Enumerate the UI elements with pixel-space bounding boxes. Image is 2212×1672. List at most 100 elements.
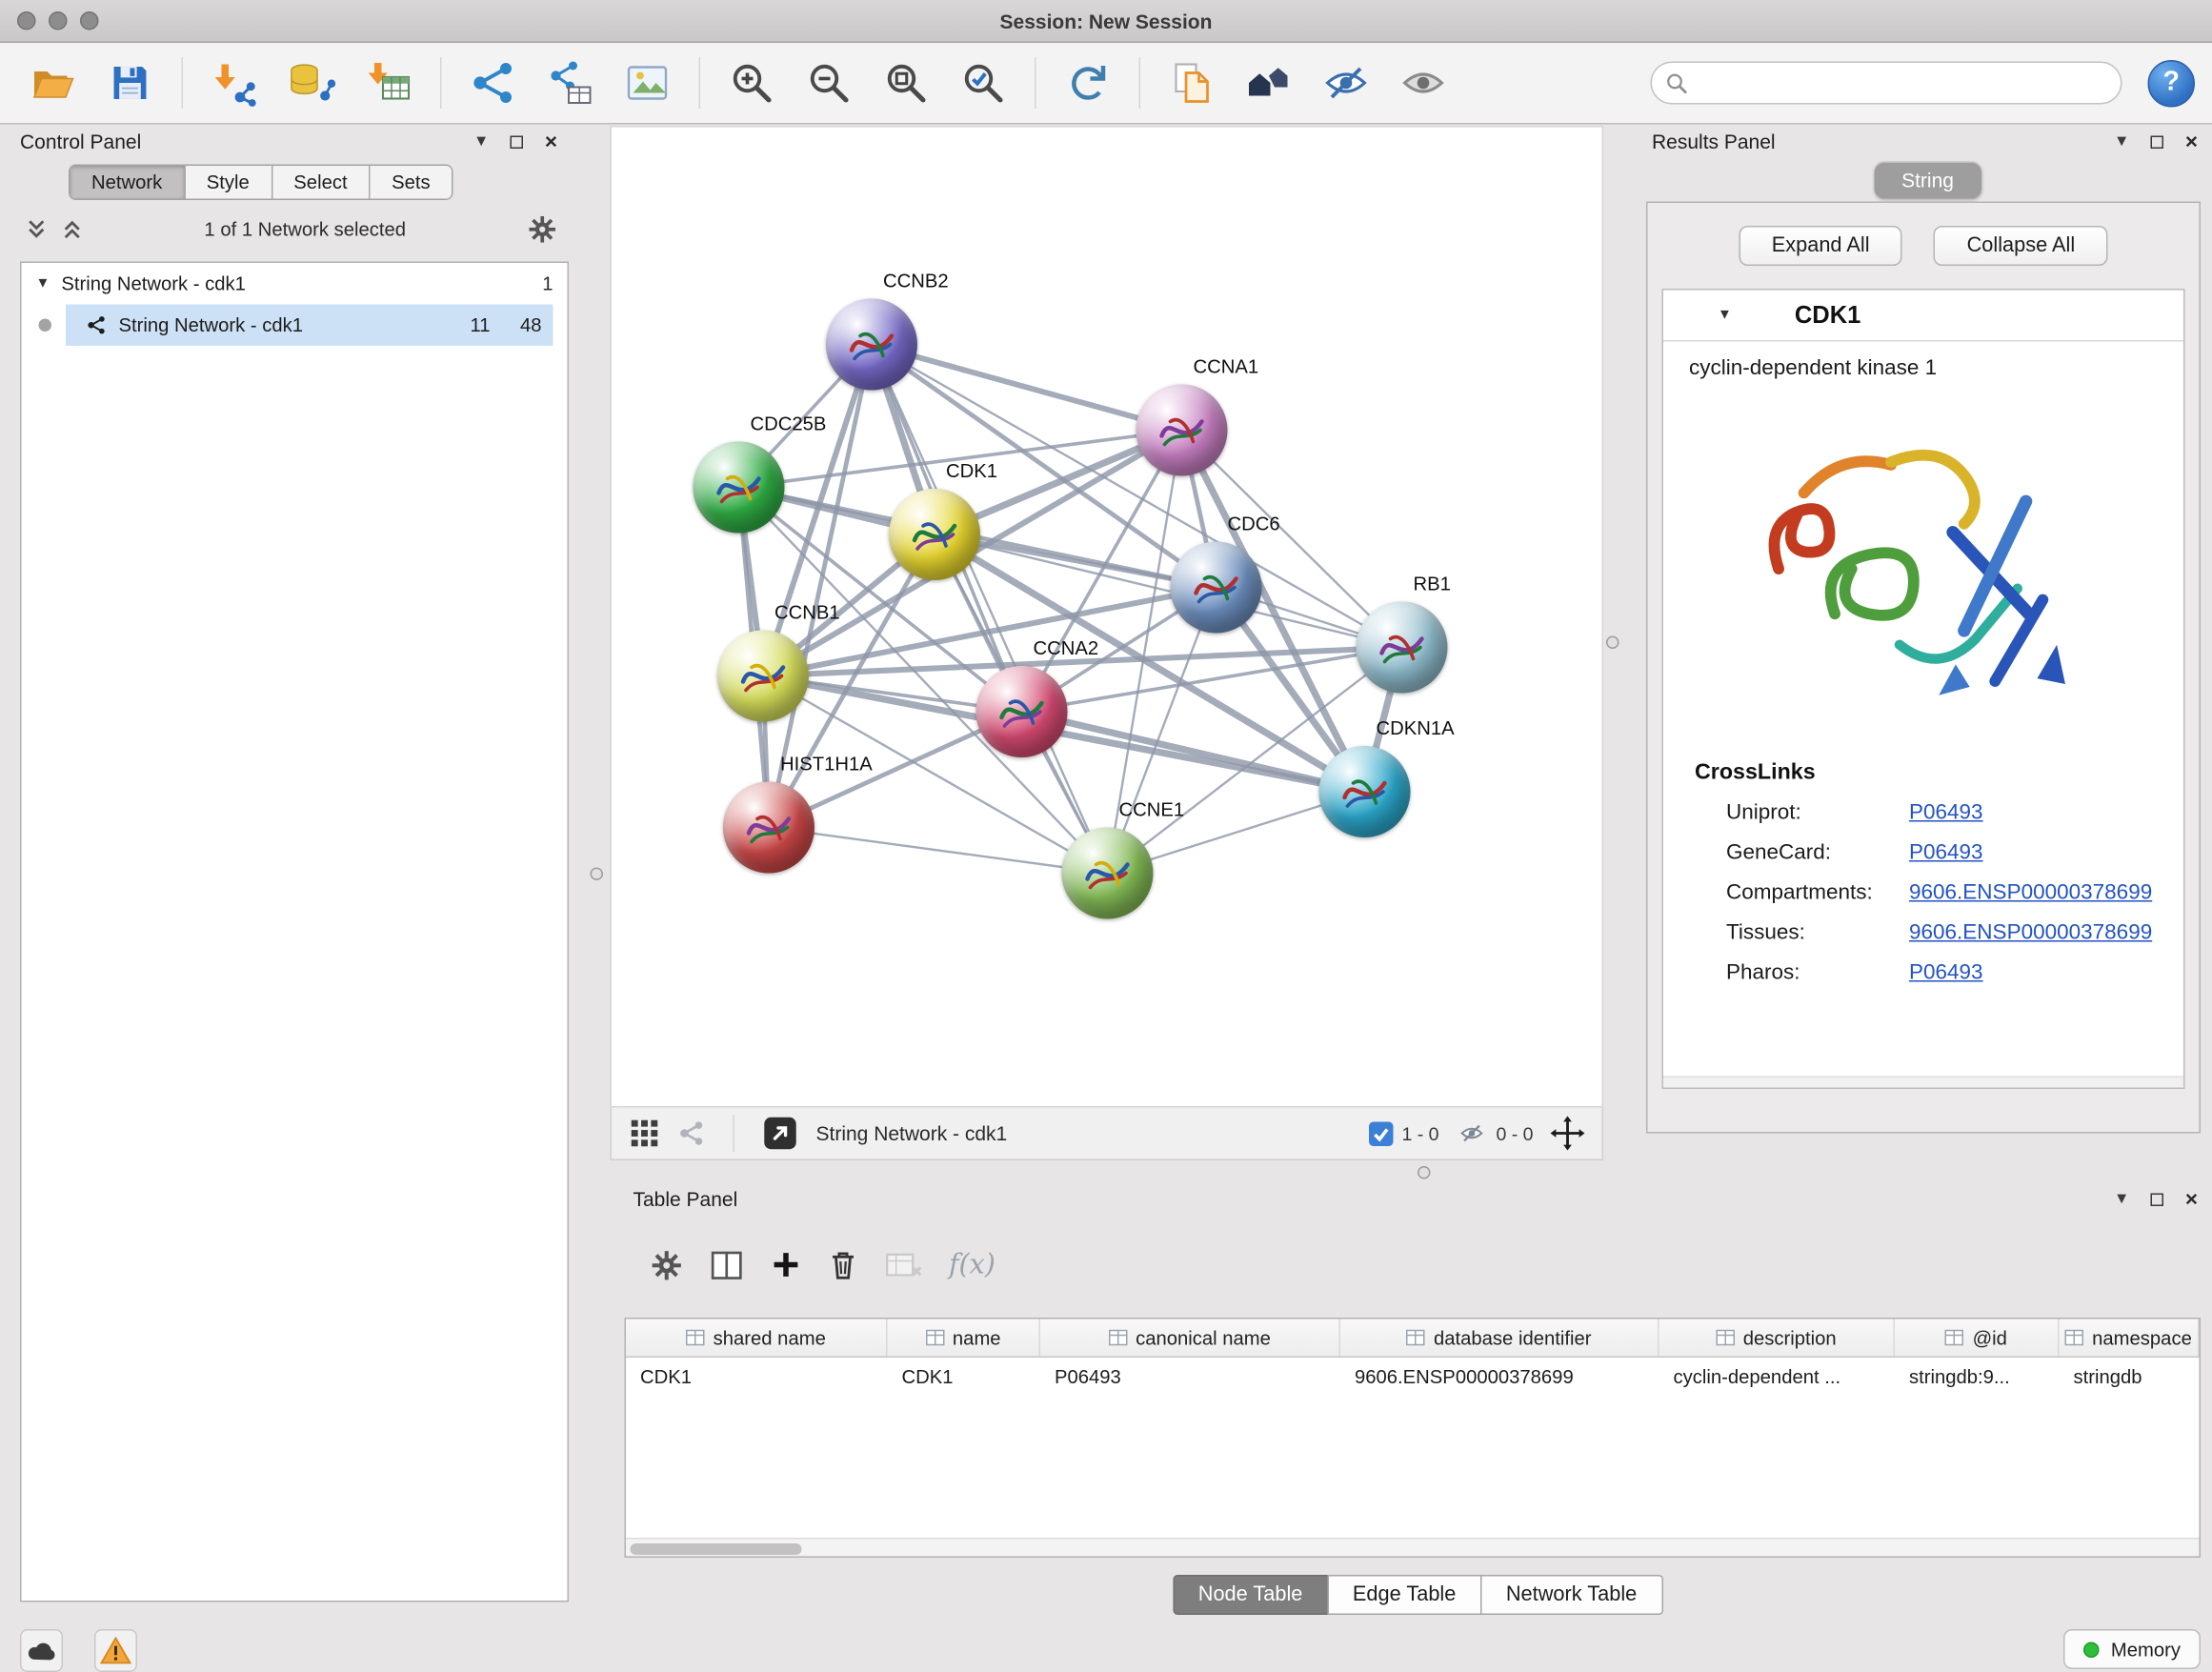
grid-view-icon[interactable] — [629, 1118, 660, 1149]
cell-description[interactable]: cyclin-dependent ... — [1659, 1358, 1896, 1397]
table-horizontal-scrollbar[interactable] — [626, 1538, 2200, 1557]
network-node-ccna2[interactable] — [976, 666, 1068, 757]
crosslink-tissues-link[interactable]: 9606.ENSP00000378699 — [1909, 919, 2183, 944]
zoom-in-button[interactable] — [716, 50, 788, 116]
new-network-button[interactable] — [457, 50, 529, 116]
network-node-cdc25b[interactable] — [694, 442, 785, 534]
add-column-icon[interactable] — [771, 1249, 802, 1280]
network-edge[interactable] — [872, 345, 1108, 874]
selected-checkbox-icon[interactable] — [1369, 1121, 1394, 1146]
collapse-all-button[interactable]: Collapse All — [1934, 226, 2108, 266]
network-node-cdk1[interactable] — [889, 489, 980, 580]
network-node-ccnb2[interactable] — [826, 299, 917, 391]
panel-close-icon[interactable]: × — [2185, 1187, 2198, 1212]
results-horizontal-scrollbar[interactable] — [1663, 1077, 2183, 1088]
panel-menu-icon[interactable]: ▼ — [2114, 133, 2129, 150]
show-hidden-button[interactable] — [1388, 50, 1459, 116]
collection-expander-icon[interactable]: ▼ — [36, 276, 50, 292]
cell-name[interactable]: CDK1 — [888, 1358, 1041, 1397]
column-header-canonical-name[interactable]: canonical name — [1040, 1319, 1340, 1357]
gene-card-header[interactable]: ▼ CDK1 — [1663, 291, 2183, 342]
panel-close-icon[interactable]: × — [2185, 130, 2198, 154]
memory-button[interactable]: Memory — [2063, 1629, 2201, 1669]
minimize-window-button[interactable] — [49, 11, 68, 30]
import-network-from-file-button[interactable] — [199, 50, 271, 116]
network-canvas[interactable]: CCNB2CCNA1CDC25BCDK1CDC6RB1CCNB1CCNA2CDK… — [611, 126, 1604, 1108]
pan-crosshair-icon[interactable] — [1551, 1117, 1585, 1151]
network-node-cdkn1a[interactable] — [1319, 746, 1411, 837]
cloud-status-button[interactable] — [20, 1629, 63, 1672]
export-image-button[interactable] — [612, 50, 683, 116]
open-in-window-icon[interactable] — [762, 1115, 799, 1152]
gear-icon[interactable] — [527, 214, 557, 245]
cell-namespace[interactable]: stringdb — [2060, 1358, 2200, 1397]
panel-float-icon[interactable] — [511, 135, 524, 149]
network-node-cdc6[interactable] — [1171, 542, 1262, 634]
crosslink-uniprot-link[interactable]: P06493 — [1909, 799, 2183, 824]
panel-menu-icon[interactable]: ▼ — [2114, 1191, 2129, 1207]
tab-edge-table[interactable]: Edge Table — [1327, 1575, 1481, 1615]
close-window-button[interactable] — [17, 11, 36, 30]
new-network-from-table-button[interactable] — [534, 50, 606, 116]
tab-network[interactable]: Network — [70, 166, 186, 199]
column-header-name[interactable]: name — [888, 1319, 1041, 1357]
delete-column-icon[interactable] — [828, 1248, 859, 1282]
bottom-splitter-handle[interactable] — [1418, 1166, 1431, 1179]
panel-close-icon[interactable]: × — [545, 130, 557, 154]
network-edge[interactable] — [872, 345, 1182, 431]
column-header-shared-name[interactable]: shared name — [626, 1319, 888, 1357]
warnings-status-button[interactable] — [94, 1629, 137, 1672]
crosslink-compartments-link[interactable]: 9606.ENSP00000378699 — [1909, 879, 2183, 904]
zoom-out-button[interactable] — [794, 50, 865, 116]
toolbar-search[interactable] — [1651, 62, 2122, 105]
tab-node-table[interactable]: Node Table — [1173, 1575, 1329, 1615]
network-node-ccne1[interactable] — [1062, 828, 1154, 919]
tab-network-table[interactable]: Network Table — [1480, 1575, 1662, 1615]
zoom-window-button[interactable] — [80, 11, 99, 30]
right-splitter-handle[interactable] — [1606, 636, 1619, 650]
table-gear-icon[interactable] — [651, 1248, 684, 1281]
import-table-from-file-button[interactable] — [353, 50, 425, 116]
network-node-ccnb1[interactable] — [717, 631, 809, 722]
help-button[interactable]: ? — [2148, 59, 2196, 107]
table-row[interactable]: CDK1 CDK1 P06493 9606.ENSP00000378699 cy… — [626, 1358, 2200, 1397]
cell-canonical-name[interactable]: P06493 — [1040, 1358, 1340, 1397]
cell-database-identifier[interactable]: 9606.ENSP00000378699 — [1340, 1358, 1659, 1397]
collapse-all-icon[interactable] — [26, 217, 48, 242]
network-node-rb1[interactable] — [1357, 602, 1448, 694]
network-edge[interactable] — [769, 828, 1108, 874]
open-session-button[interactable] — [17, 50, 89, 116]
tab-string[interactable]: String — [1875, 162, 1981, 199]
panel-menu-icon[interactable]: ▼ — [473, 133, 489, 150]
network-row-selected[interactable]: String Network - cdk1 11 48 — [22, 305, 568, 347]
import-network-from-database-button[interactable] — [276, 50, 348, 116]
crosslink-pharos-link[interactable]: P06493 — [1909, 959, 2183, 984]
column-header-id[interactable]: @id — [1895, 1319, 2060, 1357]
clone-network-button[interactable] — [1156, 50, 1228, 116]
network-node-ccna1[interactable] — [1136, 385, 1228, 476]
show-all-networks-button[interactable] — [1234, 50, 1305, 116]
show-columns-icon[interactable] — [709, 1248, 745, 1281]
column-header-namespace[interactable]: namespace — [2060, 1319, 2200, 1357]
tab-sets[interactable]: Sets — [371, 166, 452, 199]
tab-style[interactable]: Style — [185, 166, 272, 199]
left-splitter-handle[interactable] — [591, 868, 604, 881]
zoom-fit-button[interactable] — [871, 50, 942, 116]
gene-expander-icon[interactable]: ▼ — [1718, 308, 1732, 324]
panel-float-icon[interactable] — [2151, 135, 2164, 149]
cell-shared-name[interactable]: CDK1 — [626, 1358, 888, 1397]
save-session-button[interactable] — [94, 50, 166, 116]
cell-id[interactable]: stringdb:9... — [1895, 1358, 2060, 1397]
network-collection-row[interactable]: ▼ String Network - cdk1 1 — [22, 263, 568, 305]
network-node-hist1h1a[interactable] — [723, 782, 814, 874]
hide-selected-button[interactable] — [1311, 50, 1382, 116]
expand-all-icon[interactable] — [62, 217, 84, 242]
expand-all-button[interactable]: Expand All — [1739, 226, 1902, 266]
panel-float-icon[interactable] — [2151, 1193, 2164, 1206]
network-view-icon[interactable] — [677, 1119, 706, 1148]
hidden-eye-slash-icon[interactable] — [1456, 1120, 1487, 1146]
search-input[interactable] — [1698, 71, 2106, 94]
column-header-database-identifier[interactable]: database identifier — [1340, 1319, 1659, 1357]
tab-select[interactable]: Select — [272, 166, 371, 199]
column-header-description[interactable]: description — [1659, 1319, 1896, 1357]
